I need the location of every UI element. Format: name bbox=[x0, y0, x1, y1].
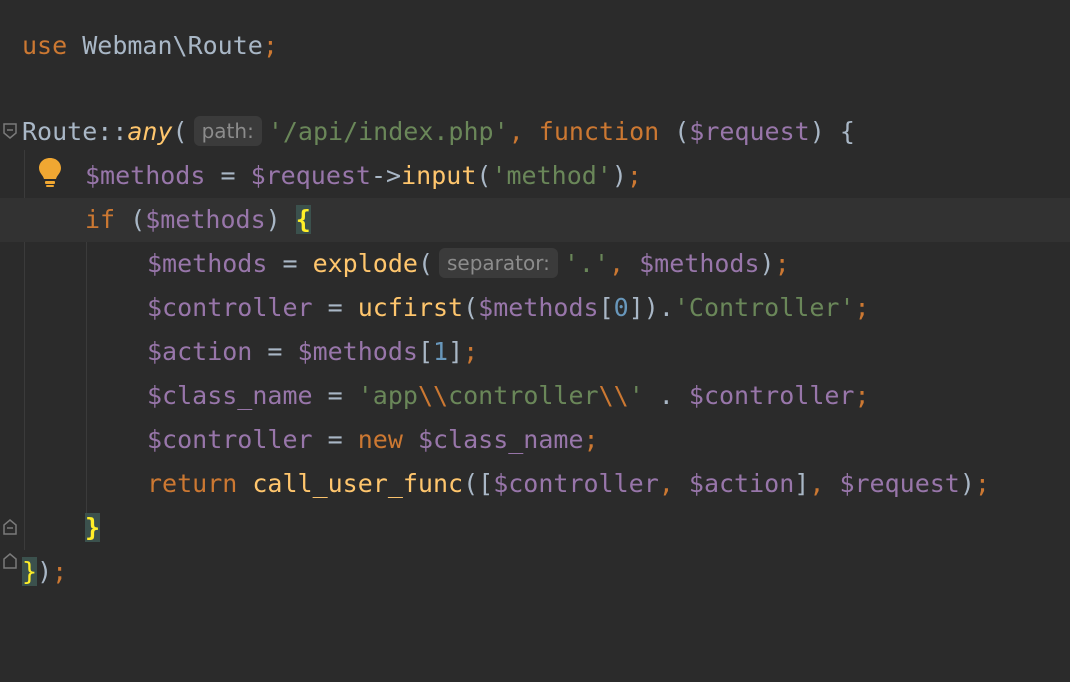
code-line-1: use Webman\Route; bbox=[0, 24, 1070, 68]
index-0: 0 bbox=[613, 293, 629, 322]
var-action: $action bbox=[147, 337, 253, 366]
assign: = bbox=[267, 249, 313, 278]
string-controller: 'Controller' bbox=[673, 293, 855, 322]
keyword-use: use bbox=[22, 31, 68, 60]
open-bracket: [ bbox=[598, 293, 614, 322]
function-explode: explode bbox=[312, 249, 418, 278]
assign: = bbox=[252, 337, 298, 366]
code-line-12: } bbox=[0, 506, 1070, 550]
code-line-13: }); bbox=[0, 550, 1070, 594]
code-line-4: $methods = $request->input('method'); bbox=[0, 154, 1070, 198]
function-call-user-func: call_user_func bbox=[237, 469, 464, 498]
open-paren: ( bbox=[172, 117, 188, 146]
open-paren: ( bbox=[115, 205, 146, 234]
var-methods: $methods bbox=[478, 293, 599, 322]
var-controller: $controller bbox=[147, 293, 313, 322]
var-controller: $controller bbox=[493, 469, 659, 498]
matched-brace: } bbox=[85, 513, 101, 542]
arrow-operator: -> bbox=[371, 161, 402, 190]
scope-operator: :: bbox=[97, 117, 128, 146]
close-bracket-paren: ]) bbox=[628, 293, 659, 322]
var-methods: $methods bbox=[624, 249, 760, 278]
param-hint-separator: separator: bbox=[439, 248, 558, 278]
matched-brace: { bbox=[295, 205, 311, 234]
close-bracket: ] bbox=[448, 337, 464, 366]
open-paren-bracket: ([ bbox=[463, 469, 494, 498]
semicolon: ; bbox=[854, 293, 870, 322]
close-paren: ) bbox=[959, 469, 975, 498]
code-line-5: if ($methods) { bbox=[0, 198, 1070, 242]
code-editor[interactable]: use Webman\Route; Route::any(path: '/api/… bbox=[0, 0, 1070, 586]
var-class-name: $class_name bbox=[402, 425, 584, 454]
semicolon: ; bbox=[774, 249, 790, 278]
code-line-7: $controller = ucfirst($methods[0]).'Cont… bbox=[0, 286, 1070, 330]
keyword-function: function bbox=[538, 117, 660, 146]
comma: , bbox=[508, 117, 524, 146]
var-request: $request bbox=[250, 161, 371, 190]
semicolon: ; bbox=[854, 381, 870, 410]
concat-operator: . bbox=[643, 381, 689, 410]
open-paren: ( bbox=[417, 249, 433, 278]
param-hint-path: path: bbox=[193, 116, 262, 146]
var-request: $request bbox=[824, 469, 960, 498]
code-line-11: return call_user_func([$controller, $act… bbox=[0, 462, 1070, 506]
var-class-name: $class_name bbox=[147, 381, 313, 410]
close-paren: ) bbox=[759, 249, 775, 278]
open-paren: ( bbox=[463, 293, 479, 322]
semicolon: ; bbox=[262, 31, 278, 60]
var-methods: $methods bbox=[85, 161, 206, 190]
string-app: 'app bbox=[357, 381, 418, 410]
namespace: Webman\Route bbox=[82, 31, 263, 60]
semicolon: ; bbox=[583, 425, 599, 454]
close-paren-brace: ) { bbox=[809, 117, 855, 146]
escape-backslash: \\ bbox=[417, 381, 449, 410]
var-methods: $methods bbox=[145, 205, 266, 234]
open-paren: ( bbox=[659, 117, 690, 146]
semicolon: ; bbox=[463, 337, 479, 366]
code-line-3: Route::any(path: '/api/index.php', functi… bbox=[0, 110, 1070, 154]
semicolon: ; bbox=[974, 469, 990, 498]
close-paren: ) bbox=[611, 161, 627, 190]
assign: = bbox=[312, 293, 358, 322]
string-method: 'method' bbox=[491, 161, 612, 190]
open-bracket: [ bbox=[417, 337, 433, 366]
keyword-return: return bbox=[147, 469, 238, 498]
code-line-6: $methods = explode(separator: '.', $metho… bbox=[0, 242, 1070, 286]
close-paren: ) bbox=[37, 557, 53, 586]
close-paren: ) bbox=[265, 205, 296, 234]
code-line-9: $class_name = 'app\\controller\\' . $con… bbox=[0, 374, 1070, 418]
open-paren: ( bbox=[476, 161, 492, 190]
string-quote: ' bbox=[628, 381, 644, 410]
var-methods: $methods bbox=[147, 249, 268, 278]
string-dot: '.' bbox=[563, 249, 609, 278]
class-route: Route bbox=[22, 117, 98, 146]
method-input: input bbox=[401, 161, 477, 190]
assign: = bbox=[312, 425, 358, 454]
var-controller: $controller bbox=[147, 425, 313, 454]
var-action: $action bbox=[673, 469, 795, 498]
keyword-new: new bbox=[357, 425, 403, 454]
code-line-10: $controller = new $class_name; bbox=[0, 418, 1070, 462]
comma: , bbox=[809, 469, 825, 498]
code-line-8: $action = $methods[1]; bbox=[0, 330, 1070, 374]
string-controller-ns: controller bbox=[448, 381, 599, 410]
string-path: '/api/index.php' bbox=[267, 117, 509, 146]
keyword-if: if bbox=[85, 205, 116, 234]
comma: , bbox=[609, 249, 625, 278]
static-method-any: any bbox=[127, 117, 173, 146]
assign: = bbox=[312, 381, 358, 410]
semicolon: ; bbox=[52, 557, 68, 586]
escape-backslash: \\ bbox=[598, 381, 629, 410]
index-1: 1 bbox=[433, 337, 449, 366]
comma: , bbox=[658, 469, 674, 498]
var-methods: $methods bbox=[297, 337, 418, 366]
param-request: $request bbox=[689, 117, 810, 146]
close-bracket: ] bbox=[794, 469, 810, 498]
function-ucfirst: ucfirst bbox=[357, 293, 464, 322]
concat-operator: . bbox=[658, 293, 674, 322]
assign: = bbox=[205, 161, 251, 190]
var-controller: $controller bbox=[688, 381, 855, 410]
semicolon: ; bbox=[626, 161, 642, 190]
closing-brace: } bbox=[22, 557, 38, 586]
